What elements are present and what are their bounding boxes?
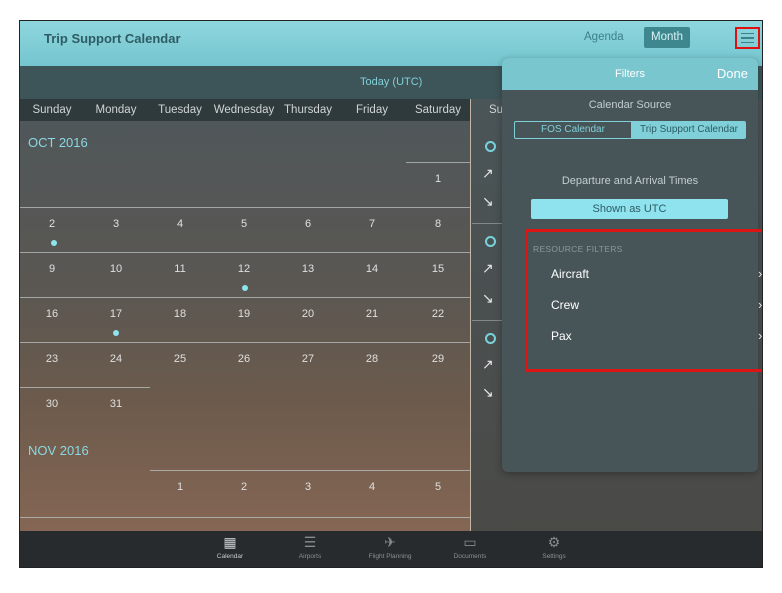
arrival-arrow-icon: ↘ [482,384,494,400]
departure-arrow-icon: ↗ [482,165,494,181]
day-cell[interactable]: 27 [276,353,340,365]
month-view-button[interactable]: Month [644,27,690,48]
day-cell[interactable]: 1 [406,173,470,185]
trip-circle-icon [485,333,496,344]
weekday-tuesday: Tuesday [158,104,202,116]
trip-circle-icon [485,236,496,247]
day-cell[interactable]: 5 [406,481,470,493]
weekday-saturday: Saturday [414,104,462,116]
day-cell[interactable]: 23 [20,353,84,365]
day-cell[interactable]: 6 [276,218,340,230]
day-cell[interactable]: 2 [20,218,84,230]
done-button[interactable]: Done [717,66,748,81]
day-cell[interactable]: 2 [212,481,276,493]
departure-arrival-times-label: Departure and Arrival Times [561,175,699,187]
departure-arrow-icon: ↗ [482,356,494,372]
today-button[interactable]: Today (UTC) [360,76,422,88]
crew-filter-item[interactable]: Crew [551,298,579,312]
day-cell[interactable]: 14 [340,263,404,275]
trip-circle-icon [485,141,496,152]
day-cell[interactable]: 8 [406,218,470,230]
day-cell[interactable]: 28 [340,353,404,365]
departure-arrow-icon: ↗ [482,260,494,276]
day-cell[interactable]: 20 [276,308,340,320]
agenda-view-button[interactable]: Agenda [584,31,624,43]
day-cell[interactable]: 11 [148,263,212,275]
weekday-wednesday: Wednesday [213,104,275,116]
event-dot [113,330,119,336]
day-cell[interactable]: 25 [148,353,212,365]
day-cell[interactable]: 12 [212,263,276,275]
day-cell[interactable]: 24 [84,353,148,365]
list-icon: ☰ [303,534,317,550]
day-cell[interactable]: 17 [84,308,148,320]
day-cell[interactable]: 3 [276,481,340,493]
tab-settings[interactable]: ⚙ Settings [514,531,594,560]
calendar-icon: ▦ [223,534,237,550]
chevron-right-icon: › [758,297,763,312]
day-cell[interactable]: 4 [148,218,212,230]
resource-filters-title: RESOURCE FILTERS [533,244,623,254]
airplane-icon: ✈ [384,534,396,550]
day-cell[interactable]: 3 [84,218,148,230]
folder-icon: ▭ [463,534,477,550]
day-cell[interactable]: 18 [148,308,212,320]
shown-as-utc-button[interactable]: Shown as UTC [531,199,728,219]
month-label-nov: NOV 2016 [28,443,89,458]
aircraft-filter-item[interactable]: Aircraft [551,267,589,281]
day-cell[interactable]: 13 [276,263,340,275]
fos-calendar-option[interactable]: FOS Calendar [515,122,631,138]
calendar-source-segmented-control: FOS Calendar Trip Support Calendar [514,121,746,139]
day-cell[interactable]: 5 [212,218,276,230]
day-cell[interactable]: 10 [84,263,148,275]
weekday-thursday: Thursday [284,104,332,116]
day-cell[interactable]: 31 [84,398,148,410]
pax-filter-item[interactable]: Pax [551,329,572,343]
app-window: Trip Support Calendar Agenda Month Today… [19,20,763,568]
month-label-oct: OCT 2016 [28,135,88,150]
trip-support-calendar-option[interactable]: Trip Support Calendar [631,122,745,138]
arrival-arrow-icon: ↘ [482,290,494,306]
day-cell[interactable]: 4 [340,481,404,493]
chevron-right-icon: › [758,328,763,343]
tab-flight-planning[interactable]: ✈ Flight Planning [350,531,430,560]
filters-menu-button[interactable] [735,27,760,49]
chevron-right-icon: › [758,266,763,281]
day-cell[interactable]: 19 [212,308,276,320]
day-cell[interactable]: 29 [406,353,470,365]
day-cell[interactable]: 1 [148,481,212,493]
weekday-friday: Friday [356,104,388,116]
tab-airports[interactable]: ☰ Airports [270,531,350,560]
day-cell[interactable]: 26 [212,353,276,365]
event-dot [242,285,248,291]
app-title: Trip Support Calendar [44,31,181,46]
day-cell[interactable]: 21 [340,308,404,320]
hamburger-menu-icon [741,32,754,35]
day-cell[interactable]: 9 [20,263,84,275]
weekday-header: Sunday Monday Tuesday Wednesday Thursday… [20,99,470,121]
day-cell[interactable]: 22 [406,308,470,320]
day-cell[interactable]: 16 [20,308,84,320]
day-detail-label: Su [489,104,504,116]
event-dot [51,240,57,246]
arrival-arrow-icon: ↘ [482,193,494,209]
day-cell[interactable]: 30 [20,398,84,410]
calendar-source-label: Calendar Source [588,99,672,111]
gear-icon: ⚙ [547,534,561,550]
day-cell[interactable]: 7 [340,218,404,230]
bottom-tab-bar: ▦ Calendar ☰ Airports ✈ Flight Planning … [20,531,762,567]
month-grid: OCT 2016 1 2 3 4 5 6 7 8 9 10 11 12 13 1… [20,121,470,531]
weekday-monday: Monday [95,104,137,116]
day-cell[interactable]: 15 [406,263,470,275]
filters-header: Filters Done [502,58,758,90]
tab-documents[interactable]: ▭ Documents [430,531,510,560]
weekday-sunday: Sunday [32,104,72,116]
tab-calendar[interactable]: ▦ Calendar [190,531,270,560]
